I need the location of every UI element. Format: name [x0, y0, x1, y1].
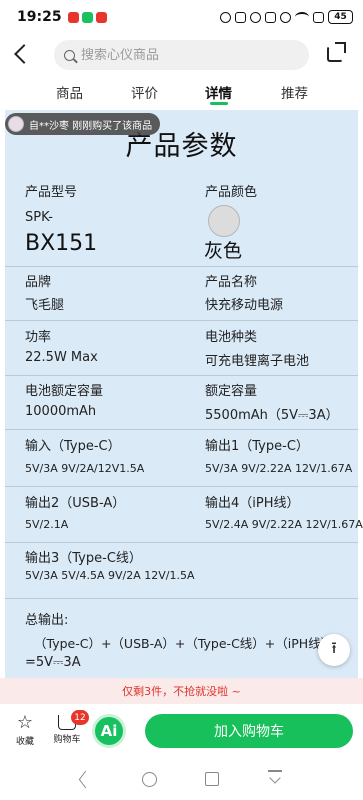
nav-back-icon[interactable]	[79, 773, 90, 787]
name-label: 产品名称	[205, 275, 258, 290]
output1-value: 5V/3A 9V/2.22A 12V/1.67A	[205, 462, 353, 475]
input-value: 5V/3A 9V/2A/12V1.5A	[25, 462, 145, 475]
model-value: BX151	[25, 231, 98, 256]
capacity-value: 5500mAh（5V⎓3A）	[205, 408, 339, 423]
status-app-icons	[67, 11, 107, 23]
tab-product[interactable]: 商品	[56, 82, 83, 102]
alarm-icon	[220, 11, 231, 23]
signal-icon	[313, 11, 324, 23]
ai-label: Ai	[100, 722, 118, 740]
color-label: 产品颜色	[205, 185, 258, 200]
divider	[5, 598, 358, 599]
bluetooth-icon	[265, 11, 276, 23]
avatar	[8, 116, 24, 132]
model-label: 产品型号	[25, 185, 78, 200]
tab-recommend[interactable]: 推荐	[281, 82, 308, 102]
bottom-action-bar: ☆ 收藏 购物车 12 Ai 加入购物车	[0, 706, 363, 758]
nav-recents-icon[interactable]	[205, 772, 219, 786]
stock-promo-banner: 仅剩3件，不抢就没啦 ~	[0, 678, 363, 704]
power-value: 22.5W Max	[25, 350, 98, 365]
rated-capacity-label: 电池额定容量	[25, 384, 104, 399]
output1-label: 输出1（Type-C）	[205, 439, 309, 454]
brand-label: 品牌	[25, 275, 52, 290]
divider	[5, 486, 358, 487]
total-output-label: 总输出:	[25, 613, 69, 628]
capacity-label: 额定容量	[205, 384, 258, 399]
nfc-icon	[235, 11, 246, 23]
data-icon	[280, 11, 291, 23]
share-icon[interactable]	[327, 42, 346, 62]
product-tabs: 商品 评价 详情 推荐	[0, 80, 363, 106]
tab-reviews[interactable]: 评价	[131, 82, 158, 102]
nav-hide-icon[interactable]	[268, 770, 282, 786]
search-icon	[64, 49, 75, 61]
search-bar[interactable]	[54, 40, 309, 70]
battery-icon: 45	[328, 10, 353, 24]
divider	[5, 266, 358, 267]
search-input[interactable]	[81, 47, 281, 63]
model-prefix: SPK-	[25, 210, 53, 225]
wechat-icon	[81, 11, 93, 23]
brand-value: 飞毛腿	[25, 298, 65, 313]
status-time: 19:25	[17, 9, 62, 25]
purchase-toast: 自**沙枣 刚刚购买了该商品	[5, 113, 161, 135]
cart-label: 购物车	[53, 735, 81, 745]
cart-count-badge: 12	[71, 710, 89, 725]
active-tab-indicator	[210, 102, 228, 105]
details-content: 产品参数 产品型号 产品颜色 SPK- BX151 灰色 品牌 产品名称 飞毛腿…	[0, 106, 363, 678]
divider	[5, 320, 358, 321]
total-output-line2: =5V⎓3A	[25, 655, 81, 670]
favorite-label: 收藏	[15, 737, 34, 747]
search-header	[0, 38, 363, 74]
arrow-up-icon: ⭱	[331, 637, 337, 657]
wifi-icon	[295, 12, 309, 22]
divider	[5, 375, 358, 376]
battery-type-value: 可充电锂离子电池	[205, 354, 310, 369]
name-value: 快充移动电源	[205, 298, 284, 313]
ai-assistant-button[interactable]: Ai	[92, 714, 126, 748]
system-nav-bar	[0, 760, 363, 800]
output4-value: 5V/2.4A 9V/2.22A 12V/1.67A	[205, 518, 363, 531]
output3-label: 输出3（Type-C线）	[25, 551, 142, 566]
input-label: 输入（Type-C）	[25, 439, 121, 454]
divider	[5, 429, 358, 430]
add-to-cart-button[interactable]: 加入购物车	[145, 714, 353, 748]
nav-home-icon[interactable]	[142, 772, 157, 787]
power-label: 功率	[25, 330, 52, 345]
total-output-line1: （Type-C）+（USB-A）+（Type-C线）+（iPH线）	[34, 636, 334, 651]
favorite-button[interactable]: ☆ 收藏	[7, 712, 43, 747]
color-value: 灰色	[204, 240, 243, 262]
color-swatch	[208, 205, 240, 237]
tab-details[interactable]: 详情	[205, 82, 232, 102]
output2-label: 输出2（USB-A）	[25, 496, 126, 511]
app-notification-icon	[67, 11, 79, 23]
output4-label: 输出4（iPH线）	[205, 496, 300, 511]
stock-promo-text: 仅剩3件，不抢就没啦 ~	[122, 685, 241, 698]
divider	[5, 542, 358, 543]
silent-icon	[250, 11, 261, 23]
battery-type-label: 电池种类	[205, 330, 258, 345]
rated-capacity-value: 10000mAh	[25, 404, 97, 419]
app-notification-icon	[95, 11, 107, 23]
output3-value: 5V/3A 5V/4.5A 9V/2A 12V/1.5A	[25, 569, 195, 582]
star-icon: ☆	[16, 712, 34, 733]
purchase-toast-text: 自**沙枣 刚刚购买了该商品	[29, 120, 153, 132]
status-indicators: 45	[220, 10, 353, 24]
status-bar: 19:25 45	[0, 0, 363, 34]
spec-sheet: 产品参数 产品型号 产品颜色 SPK- BX151 灰色 品牌 产品名称 飞毛腿…	[5, 110, 363, 678]
output2-value: 5V/2.1A	[25, 518, 69, 531]
back-arrow-icon[interactable]	[14, 44, 34, 64]
back-to-top-button[interactable]: ⭱	[318, 634, 350, 666]
